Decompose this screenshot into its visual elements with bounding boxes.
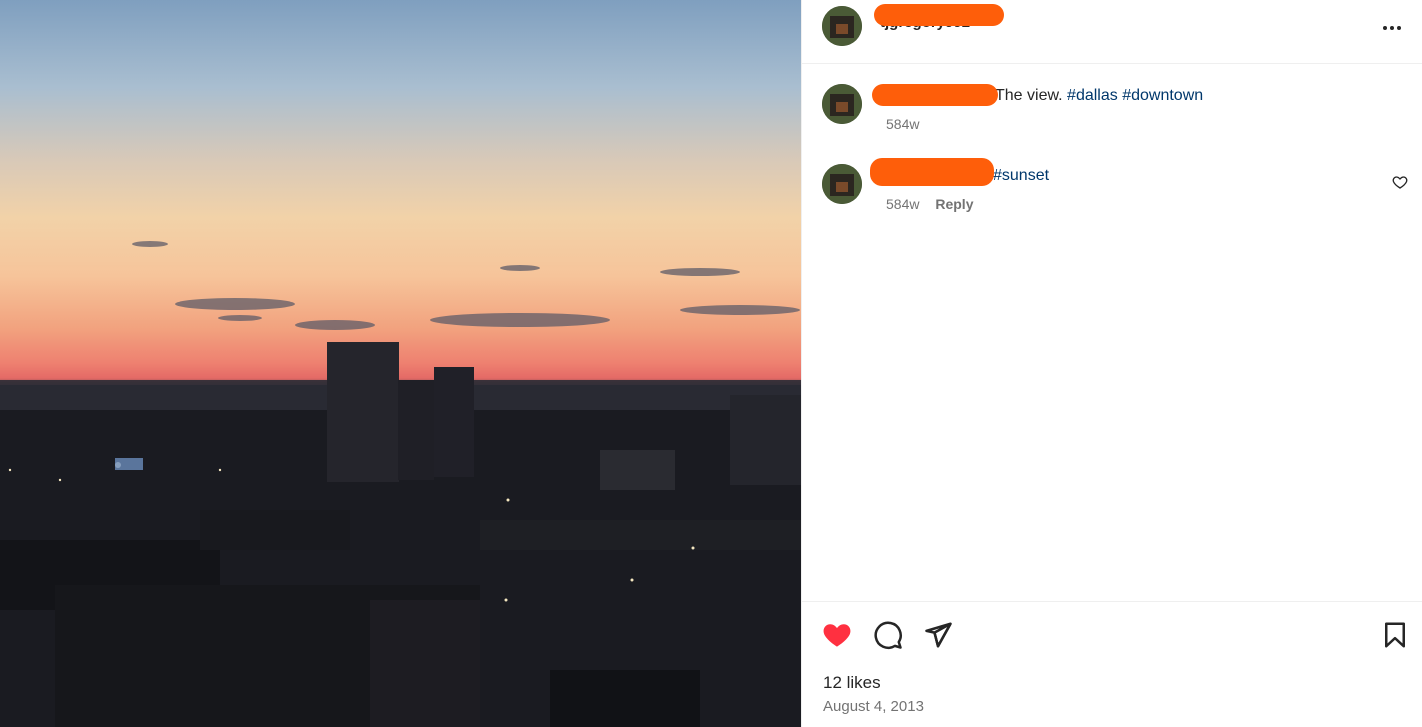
hashtag-link[interactable]: #sunset [993,167,1049,184]
post-details-panel: tjgregory992 The view. #dallas #downtown [801,0,1422,727]
heart-filled-icon[interactable] [822,620,852,650]
comment-text: The view. #dallas #downtown [995,87,1203,105]
send-icon[interactable] [923,620,953,650]
reply-button[interactable]: Reply [935,196,973,212]
comment-icon[interactable] [873,620,903,650]
like-count[interactable]: 12 likes [823,673,881,693]
heart-outline-icon[interactable] [1392,174,1408,190]
caption-comment: The view. #dallas #downtown 584w [802,84,1422,144]
caption-text: The view. [995,87,1063,104]
post-actions: 12 likes August 4, 2013 [802,601,1422,727]
comment-age[interactable]: 584w [886,116,919,132]
avatar[interactable] [822,6,862,46]
post-date[interactable]: August 4, 2013 [823,698,924,715]
comment-meta: 584w Reply [886,196,973,212]
username-redaction [872,84,998,106]
bookmark-icon[interactable] [1380,620,1410,650]
comment-meta: 584w [886,116,919,132]
username-redaction [870,158,994,186]
comment-item: #sunset 584w Reply [802,158,1422,224]
post-photo[interactable] [0,0,801,727]
comment-age[interactable]: 584w [886,196,919,212]
sunset-cityscape-image [0,241,801,727]
avatar[interactable] [822,84,862,124]
hashtag-link[interactable]: #downtown [1122,87,1203,104]
comment-text: #sunset [993,167,1049,185]
more-options-icon[interactable] [1380,16,1404,40]
avatar[interactable] [822,164,862,204]
hashtag-link[interactable]: #dallas [1067,87,1118,104]
post-header: tjgregory992 [802,0,1422,64]
username-redaction [874,4,1004,26]
